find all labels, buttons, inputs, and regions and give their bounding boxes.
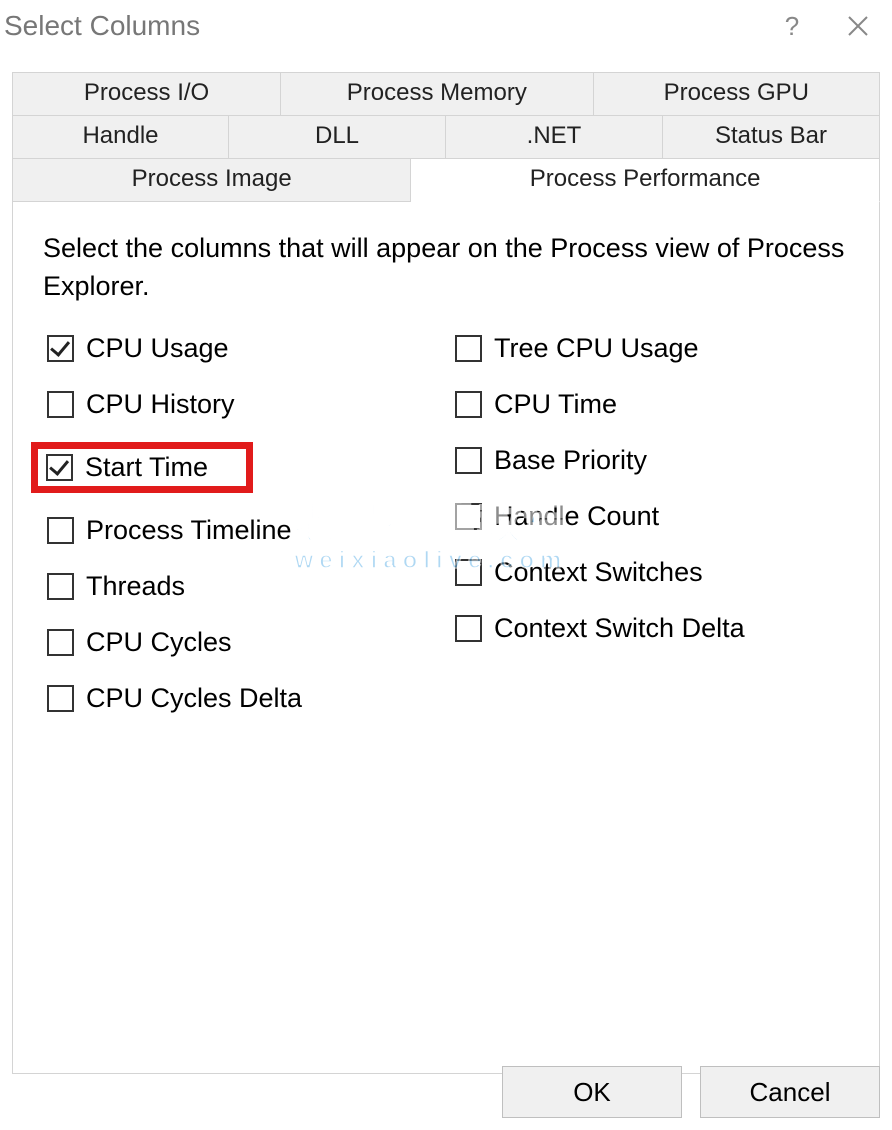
checkbox-cpu-cycles-delta[interactable]: CPU Cycles Delta [43,680,441,717]
checkbox-label: CPU Time [494,389,617,420]
tab-process-performance[interactable]: Process Performance [411,159,880,202]
checkbox-icon [455,335,482,362]
checkbox-column-left: CPU Usage CPU History Start Time Process… [43,330,441,736]
dialog-buttons: OK Cancel [502,1066,880,1118]
checkbox-icon [455,447,482,474]
checkbox-label: CPU Cycles [86,627,232,658]
checkbox-tree-cpu-usage[interactable]: Tree CPU Usage [451,330,849,367]
checkbox-handle-count[interactable]: Handle Count [451,498,849,535]
checkbox-context-switch-delta[interactable]: Context Switch Delta [451,610,849,647]
help-icon[interactable]: ? [776,13,808,39]
checkbox-label: Context Switches [494,557,703,588]
checkbox-label: Threads [86,571,185,602]
checkbox-icon [46,454,73,481]
checkbox-icon [455,615,482,642]
checkbox-base-priority[interactable]: Base Priority [451,442,849,479]
checkbox-icon [47,573,74,600]
checkbox-cpu-history[interactable]: CPU History [43,386,441,423]
tab-dll[interactable]: DLL [229,116,446,159]
tab-dotnet[interactable]: .NET [446,116,663,159]
window-title: Select Columns [2,10,200,42]
checkbox-label: Process Timeline [86,515,292,546]
checkbox-label: CPU Cycles Delta [86,683,302,714]
checkbox-icon [47,391,74,418]
tab-handle[interactable]: Handle [12,116,229,159]
tab-row-0: Process I/O Process Memory Process GPU [12,72,880,116]
tab-process-gpu[interactable]: Process GPU [594,72,880,116]
checkbox-label: Start Time [85,452,208,483]
pane-instruction: Select the columns that will appear on t… [43,230,849,306]
checkbox-label: Handle Count [494,501,659,532]
checkbox-icon [47,517,74,544]
checkbox-threads[interactable]: Threads [43,568,441,605]
checkbox-process-timeline[interactable]: Process Timeline [43,512,441,549]
checkbox-label: Base Priority [494,445,647,476]
checkbox-icon [47,335,74,362]
checkbox-context-switches[interactable]: Context Switches [451,554,849,591]
tab-pane-process-performance: Select the columns that will appear on t… [12,202,880,1074]
cancel-button[interactable]: Cancel [700,1066,880,1118]
checkbox-label: Context Switch Delta [494,613,745,644]
checkbox-columns: CPU Usage CPU History Start Time Process… [43,330,849,736]
checkbox-cpu-usage[interactable]: CPU Usage [43,330,441,367]
checkbox-icon [47,685,74,712]
checkbox-icon [47,629,74,656]
window-controls: ? [776,13,878,39]
checkbox-start-time[interactable]: Start Time [31,442,253,493]
tab-status-bar[interactable]: Status Bar [663,116,880,159]
tab-process-image[interactable]: Process Image [12,159,411,202]
close-icon[interactable] [846,14,878,38]
tab-process-memory[interactable]: Process Memory [281,72,593,116]
checkbox-icon [455,503,482,530]
checkbox-label: CPU Usage [86,333,229,364]
checkbox-label: Tree CPU Usage [494,333,699,364]
titlebar: Select Columns ? [0,0,892,52]
tabstrip: Process I/O Process Memory Process GPU H… [12,72,880,202]
tab-row-1: Handle DLL .NET Status Bar [12,116,880,159]
checkbox-column-right: Tree CPU Usage CPU Time Base Priority Ha… [451,330,849,736]
checkbox-cpu-cycles[interactable]: CPU Cycles [43,624,441,661]
tab-process-io[interactable]: Process I/O [12,72,281,116]
checkbox-icon [455,391,482,418]
checkbox-label: CPU History [86,389,235,420]
ok-button[interactable]: OK [502,1066,682,1118]
checkbox-icon [455,559,482,586]
checkbox-cpu-time[interactable]: CPU Time [451,386,849,423]
tab-row-2: Process Image Process Performance [12,159,880,202]
